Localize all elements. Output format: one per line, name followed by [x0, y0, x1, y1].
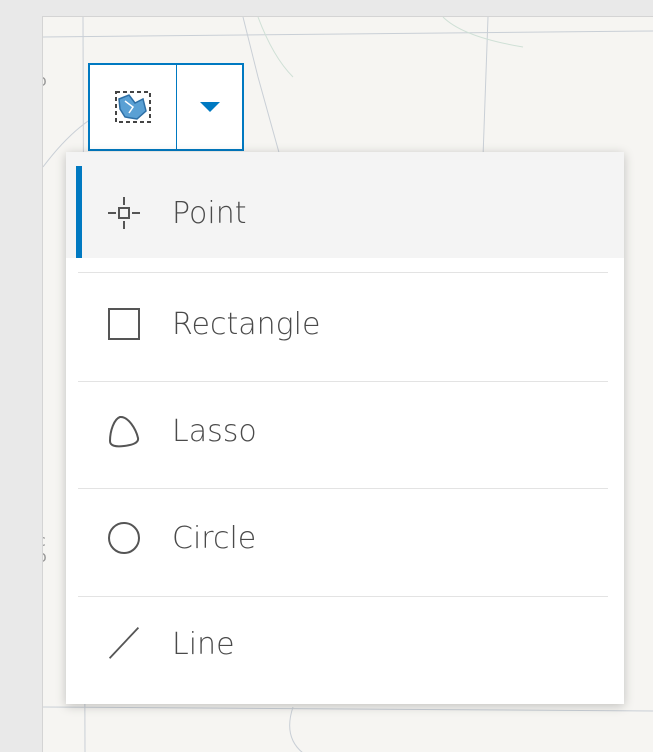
- menu-item-lasso[interactable]: Lasso: [66, 381, 624, 487]
- map-label: o: [43, 71, 47, 90]
- circle-icon: [106, 520, 142, 556]
- select-tool-widget: [88, 63, 244, 151]
- point-crosshair-icon: [106, 195, 142, 231]
- dropdown-button[interactable]: [177, 65, 242, 149]
- selection-mode-menu: Point Rectangle Lasso Circle Line: [66, 152, 624, 704]
- menu-item-circle[interactable]: Circle: [66, 488, 624, 594]
- menu-item-label: Line: [172, 627, 235, 662]
- selected-indicator: [76, 166, 82, 258]
- caret-down-icon: [199, 102, 220, 112]
- line-icon: [106, 624, 142, 660]
- select-button[interactable]: [90, 65, 177, 149]
- rectangle-icon: [106, 306, 142, 342]
- menu-item-rectangle[interactable]: Rectangle: [66, 272, 624, 378]
- menu-item-line[interactable]: Line: [66, 596, 624, 702]
- menu-item-label: Rectangle: [172, 307, 321, 342]
- menu-item-label: Circle: [172, 521, 257, 556]
- menu-item-label: Lasso: [172, 414, 257, 449]
- lasso-icon: [106, 413, 142, 449]
- map-label: o: [43, 547, 47, 566]
- menu-item-point[interactable]: Point: [66, 152, 624, 258]
- select-by-rectangle-icon: [115, 91, 151, 123]
- menu-item-label: Point: [172, 196, 247, 231]
- map-label: s: [43, 425, 44, 444]
